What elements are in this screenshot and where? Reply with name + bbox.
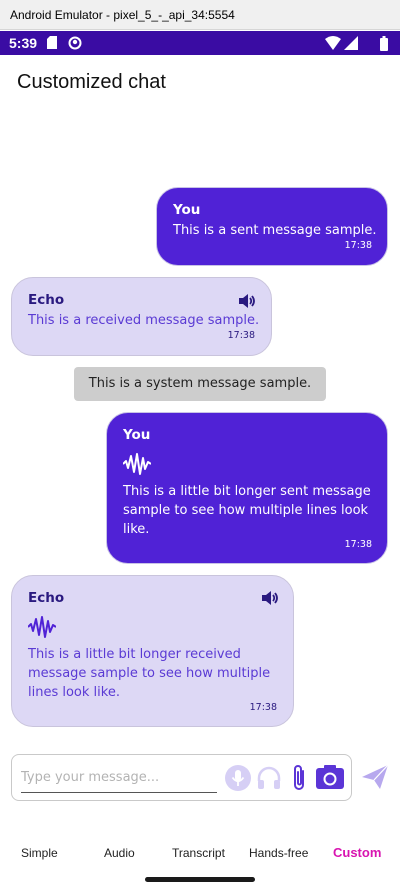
tab-simple[interactable]: Simple xyxy=(21,846,58,860)
status-bar: 5:39 xyxy=(0,31,400,55)
message-text: This is a sent message sample. xyxy=(173,223,377,238)
page-title: Customized chat xyxy=(17,71,166,93)
status-time: 5:39 xyxy=(9,35,38,51)
received-message-bubble[interactable]: Echo This is a little bit longer receive… xyxy=(11,575,294,727)
audio-wave-icon[interactable] xyxy=(28,616,56,638)
battery-icon xyxy=(380,36,388,51)
sent-message-bubble[interactable]: You This is a little bit longer sent mes… xyxy=(106,412,388,564)
message-text: This is a received message sample. xyxy=(28,313,260,328)
headphones-icon[interactable] xyxy=(256,765,282,791)
tab-hands-free[interactable]: Hands-free xyxy=(249,846,308,860)
message-sender: Echo xyxy=(28,292,65,308)
message-timestamp: 17:38 xyxy=(249,702,277,713)
app-frame: Android Emulator - pixel_5_-_api_34:5554… xyxy=(0,0,400,895)
paperclip-icon[interactable] xyxy=(291,764,307,792)
wifi-icon xyxy=(325,36,341,50)
speaker-icon[interactable] xyxy=(261,590,279,606)
send-icon[interactable] xyxy=(361,764,389,790)
emulator-title-bar: Android Emulator - pixel_5_-_api_34:5554 xyxy=(0,0,400,30)
notification-ring-icon xyxy=(68,36,82,50)
cell-signal-icon xyxy=(344,36,358,50)
tab-custom[interactable]: Custom xyxy=(333,845,381,860)
tab-transcript[interactable]: Transcript xyxy=(172,846,225,860)
message-text-line: lines look like. xyxy=(28,685,120,700)
message-text-line: message sample to see how multiple xyxy=(28,666,271,681)
message-timestamp: 17:38 xyxy=(227,330,255,341)
camera-icon[interactable] xyxy=(316,765,344,791)
home-gesture-handle[interactable] xyxy=(145,877,255,882)
sd-card-icon xyxy=(47,36,57,49)
message-text-line: like. xyxy=(123,522,150,537)
sent-message-bubble[interactable]: You This is a sent message sample. 17:38 xyxy=(156,187,388,266)
message-timestamp: 17:38 xyxy=(344,240,372,251)
audio-wave-icon[interactable] xyxy=(123,453,151,475)
message-composer xyxy=(11,754,352,801)
message-text-line: This is a little bit longer sent message xyxy=(123,484,371,499)
message-text-line: sample to see how multiple lines look xyxy=(123,503,369,518)
message-input[interactable] xyxy=(21,764,217,793)
message-timestamp: 17:38 xyxy=(344,539,372,550)
message-sender: Echo xyxy=(28,590,65,606)
message-text-line: This is a little bit longer received xyxy=(28,647,241,662)
speaker-icon[interactable] xyxy=(238,293,256,309)
system-message: This is a system message sample. xyxy=(74,367,326,401)
received-message-bubble[interactable]: Echo This is a received message sample. … xyxy=(11,277,272,356)
message-sender: You xyxy=(173,202,201,218)
microphone-icon[interactable] xyxy=(225,765,251,791)
message-sender: You xyxy=(123,427,151,443)
tab-audio[interactable]: Audio xyxy=(104,846,135,860)
